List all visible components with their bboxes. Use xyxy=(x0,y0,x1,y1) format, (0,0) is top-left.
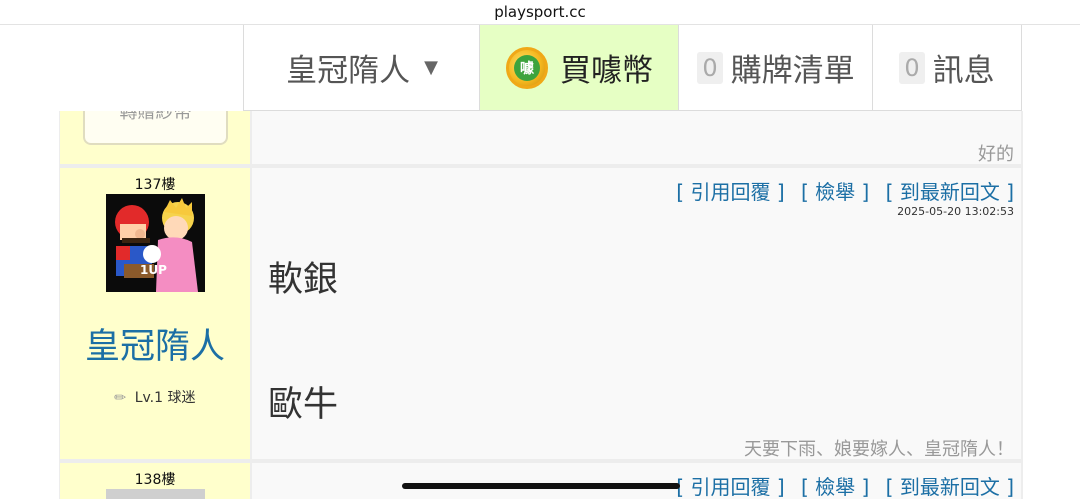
next-post-actions: [ 引用回覆 ] [ 檢舉 ] [ 到最新回文 ] xyxy=(666,471,1014,500)
purchase-list-button[interactable]: 0 購牌清單 xyxy=(678,25,873,111)
avatar-image: 1UP xyxy=(106,194,205,292)
send-coins-label: 轉贈紗幣 xyxy=(119,111,192,123)
post-signature: 天要下雨、娘要嫁人、皇冠隋人！ xyxy=(744,439,1014,460)
report-link[interactable]: [ 檢舉 ] xyxy=(801,180,869,204)
next-report-link[interactable]: [ 檢舉 ] xyxy=(801,475,869,499)
latest-reply-link[interactable]: [ 到最新回文 ] xyxy=(886,180,1014,204)
coin-icon-text: 噱 xyxy=(514,54,540,81)
buy-coins-button[interactable]: 噱 買噱幣 xyxy=(479,25,679,111)
top-nav: 皇冠隋人 ▼ 噱 買噱幣 0 購牌清單 0 訊息 xyxy=(0,25,1080,111)
post-line-2: 歐牛 xyxy=(268,385,339,425)
pencil-icon: ✎ xyxy=(110,388,131,408)
prev-post-tail-text: 好的 xyxy=(978,144,1014,165)
messages-button[interactable]: 0 訊息 xyxy=(872,25,1022,111)
user-menu-label: 皇冠隋人 xyxy=(286,53,411,89)
buy-coins-label: 買噱幣 xyxy=(560,53,653,89)
next-quote-reply-link[interactable]: [ 引用回覆 ] xyxy=(676,475,784,499)
quote-reply-link[interactable]: [ 引用回覆 ] xyxy=(676,180,784,204)
next-latest-reply-link[interactable]: [ 到最新回文 ] xyxy=(886,475,1014,499)
avatar[interactable]: 1UP xyxy=(106,194,205,292)
purchase-list-label: 購牌清單 xyxy=(730,53,855,89)
home-indicator[interactable] xyxy=(402,483,680,489)
svg-text:1UP: 1UP xyxy=(140,263,167,277)
url-bar[interactable]: playsport.cc xyxy=(0,0,1080,25)
url-text: playsport.cc xyxy=(494,3,586,21)
chevron-down-icon: ▼ xyxy=(424,57,438,78)
messages-label: 訊息 xyxy=(932,53,995,89)
next-floor-number: 138樓 xyxy=(134,472,176,488)
user-menu[interactable]: 皇冠隋人 ▼ xyxy=(243,25,480,111)
cart-count-badge: 0 xyxy=(697,51,723,84)
next-avatar[interactable] xyxy=(106,489,205,499)
user-level-text: Lv.1 球迷 xyxy=(134,390,196,406)
coin-icon: 噱 xyxy=(506,46,548,89)
send-coins-button[interactable]: 轉贈紗幣 xyxy=(83,111,228,145)
post-line-1: 軟銀 xyxy=(268,260,339,300)
post-timestamp: 2025-05-20 13:02:53 xyxy=(897,205,1014,218)
message-count-badge: 0 xyxy=(899,51,925,84)
prev-post-body xyxy=(252,111,1021,164)
post-username[interactable]: 皇冠隋人 xyxy=(60,318,250,369)
user-level: ✎ Lv.1 球迷 xyxy=(60,387,250,408)
post-actions: [ 引用回覆 ] [ 檢舉 ] [ 到最新回文 ] xyxy=(666,176,1014,205)
floor-number: 137樓 xyxy=(134,177,176,193)
